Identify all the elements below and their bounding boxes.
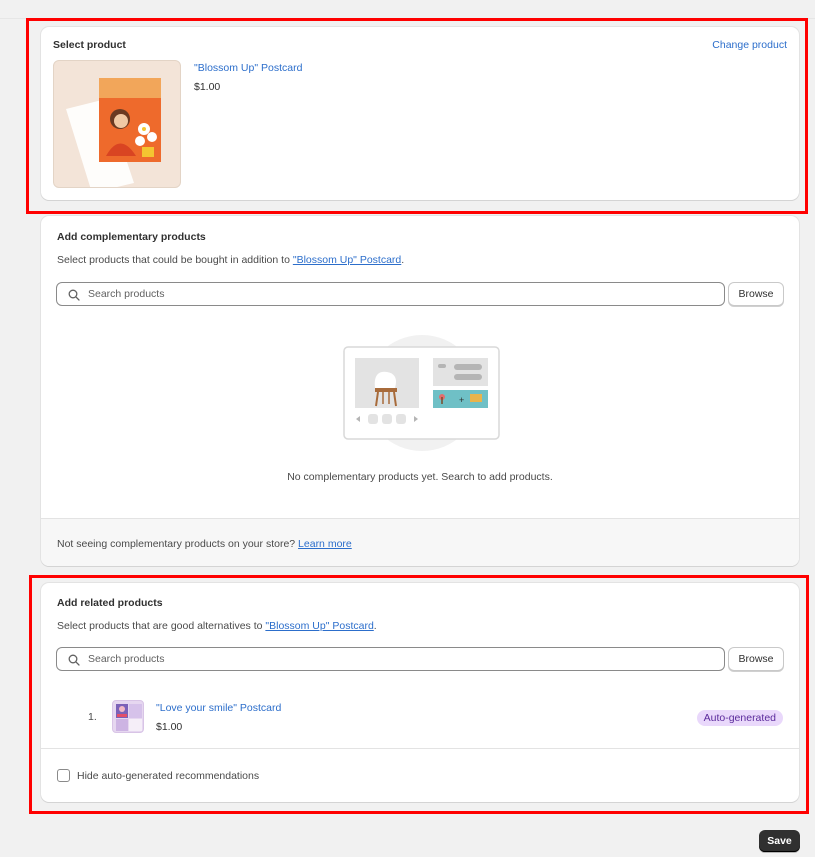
complementary-product-link[interactable]: "Blossom Up" Postcard <box>293 254 401 266</box>
empty-state-text: No complementary products yet. Search to… <box>287 471 553 483</box>
complementary-subtitle-suffix: . <box>401 254 405 266</box>
svg-text:+: + <box>459 395 464 405</box>
highlight-box-related-products <box>29 575 809 814</box>
learn-more-link[interactable]: Learn more <box>298 538 352 550</box>
complementary-subtitle: Select products that could be bought in … <box>57 254 404 266</box>
complementary-subtitle-text: Select products that could be bought in … <box>57 254 293 266</box>
footer-text: Not seeing complementary products on you… <box>57 538 299 550</box>
top-bar <box>0 0 815 19</box>
complementary-products-card: Add complementary products Select produc… <box>41 216 799 566</box>
save-button[interactable]: Save <box>759 830 800 852</box>
empty-state-illustration: + <box>343 334 501 452</box>
complementary-search-field[interactable] <box>56 282 725 306</box>
complementary-footer: Not seeing complementary products on you… <box>41 518 799 566</box>
search-icon <box>68 289 80 301</box>
highlight-box-select-product <box>26 18 808 214</box>
complementary-browse-button[interactable]: Browse <box>728 282 784 306</box>
complementary-footer-text: Not seeing complementary products on you… <box>57 538 352 550</box>
complementary-search-input[interactable] <box>88 286 688 302</box>
complementary-title: Add complementary products <box>57 231 206 243</box>
